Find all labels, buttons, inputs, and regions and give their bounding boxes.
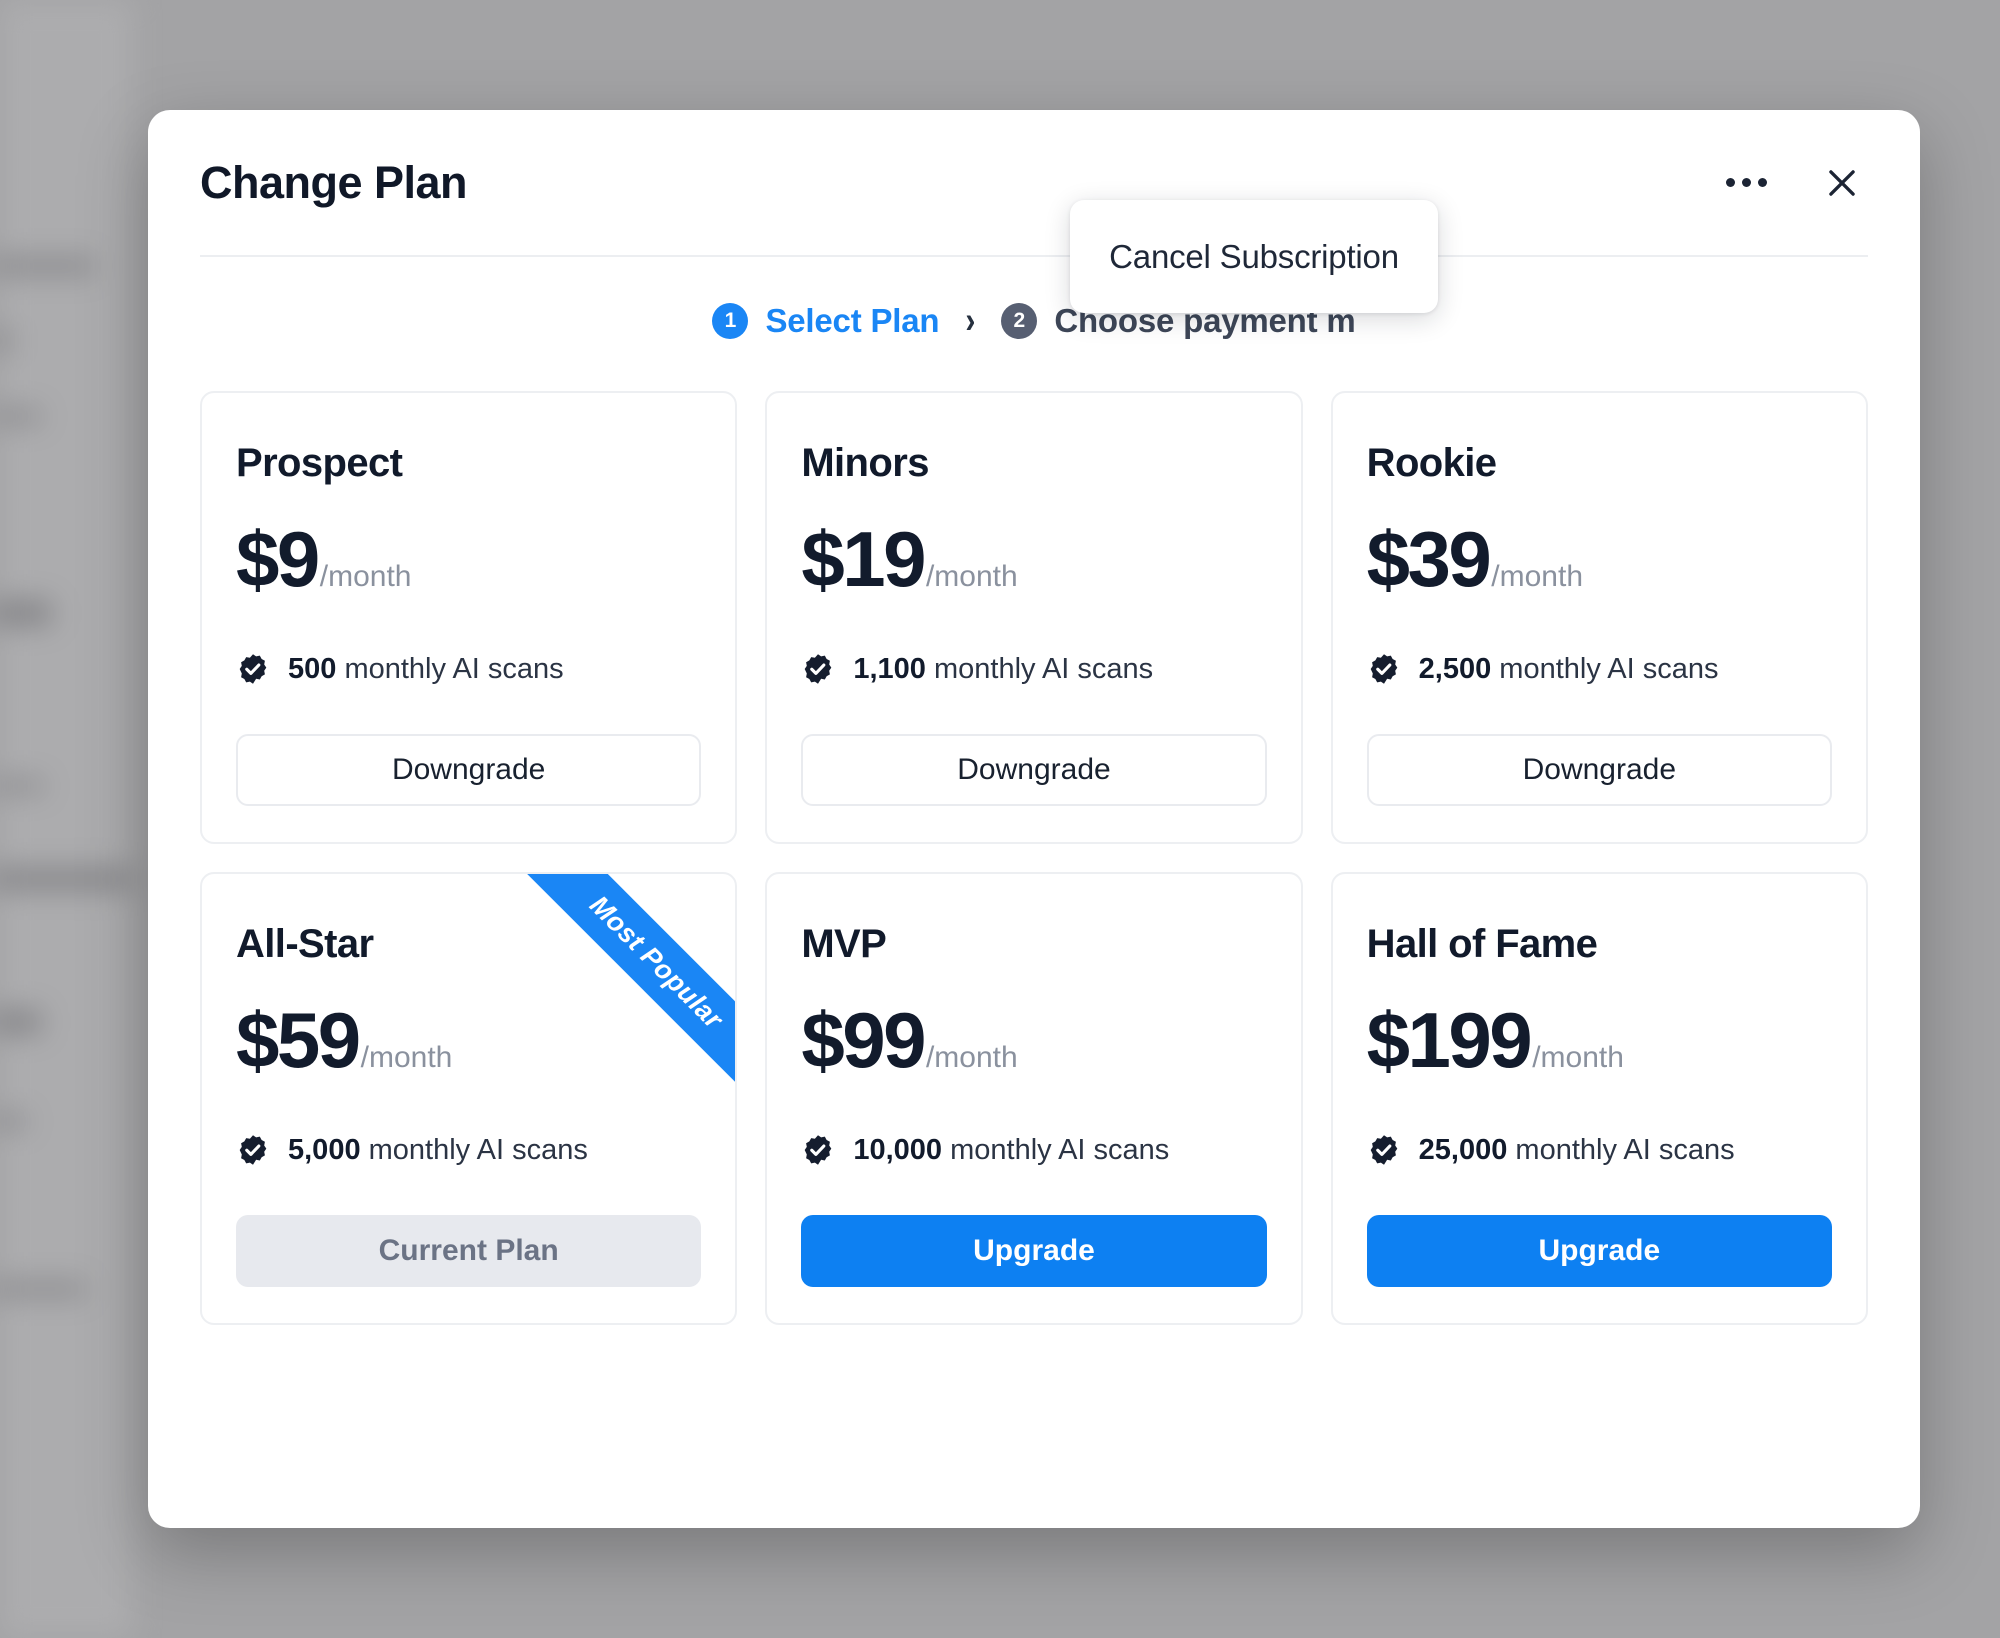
plan-card: Prospect $9/month 500 monthly AI scans Down… [200,391,738,844]
plan-feature-text: 2,500 monthly AI scans [1419,653,1719,686]
plan-scan-count: 500 [288,652,337,685]
plan-price: $9 [236,515,320,603]
plan-name: Rookie [1366,441,1497,485]
bg-placeholder-bar [0,410,42,423]
plan-price-row: $39/month [1367,520,1832,598]
upgrade-button[interactable]: Upgrade [801,1215,1267,1287]
plan-card: Most Popular All-Star $59/month 5,000 month… [200,872,738,1325]
plan-scan-label: monthly AI scans [368,1133,588,1166]
plan-card: MVP $99/month 10,000 monthly AI scans Upgra… [765,872,1303,1325]
checkout-stepper: 1 Select Plan › 2 Choose payment m [148,257,1920,385]
step-number-badge: 2 [1001,303,1038,339]
plan-price: $19 [801,515,926,603]
bg-placeholder-bar [0,600,52,626]
plan-card: Hall of Fame $199/month 25,000 monthly AI … [1330,872,1868,1325]
bg-placeholder-bar [0,258,95,274]
plan-price-row: $199/month [1367,1001,1832,1079]
plan-card: Minors $19/month 1,100 monthly AI scans Dow… [765,391,1303,844]
plan-action: Downgrade [236,686,702,806]
downgrade-button[interactable]: Downgrade [801,734,1267,806]
check-circle-icon [801,652,835,686]
bg-placeholder-bar [0,868,132,890]
chevron-right-icon: › [965,299,976,341]
check-circle-icon [1367,652,1401,686]
plan-name: MVP [801,922,887,966]
plan-name: Prospect [236,441,403,485]
plan-scan-count: 1,100 [853,652,926,685]
plan-billing-period: /month [360,1041,453,1074]
stepper-step-select-plan[interactable]: 1 Select Plan [712,302,940,340]
plan-scan-label: monthly AI scans [1499,652,1719,685]
bg-placeholder-bar [0,1282,86,1296]
plan-action: Downgrade [801,686,1267,806]
plan-feature-text: 500 monthly AI scans [288,653,564,686]
plan-scan-count: 5,000 [288,1133,361,1166]
plan-price-row: $19/month [801,520,1266,598]
ellipsis-dots [1725,178,1767,187]
downgrade-button[interactable]: Downgrade [236,734,702,806]
menu-item-label: Cancel Subscription [1109,237,1399,275]
plan-scan-label: monthly AI scans [1515,1133,1735,1166]
plan-billing-period: /month [1491,560,1584,593]
plan-feature-row: 500 monthly AI scans [236,652,701,686]
plan-name: Hall of Fame [1366,922,1598,966]
plan-name: All-Star [236,922,374,966]
plan-billing-period: /month [319,560,412,593]
upgrade-button[interactable]: Upgrade [1366,1215,1832,1287]
plan-action: Upgrade [1366,1167,1832,1287]
bg-placeholder-bar [0,780,45,792]
check-circle-icon [236,652,270,686]
bg-sidebar-panel [0,0,132,1638]
plan-feature-row: 25,000 monthly AI scans [1367,1133,1832,1167]
plan-action: Upgrade [801,1167,1267,1287]
plan-price-row: $99/month [801,1001,1266,1079]
plan-action: Downgrade [1366,686,1832,806]
bg-placeholder-bar [0,1115,28,1128]
close-icon[interactable] [1816,157,1868,209]
step-number-badge: 1 [712,303,749,339]
current-plan-button: Current Plan [236,1215,702,1287]
plan-price-row: $59/month [236,1001,701,1079]
check-circle-icon [1367,1133,1401,1167]
plan-price: $59 [236,996,361,1084]
plan-card: Rookie $39/month 2,500 monthly AI scans Dow… [1330,391,1868,844]
plan-scan-label: monthly AI scans [950,1133,1170,1166]
downgrade-button[interactable]: Downgrade [1366,734,1832,806]
plan-feature-text: 10,000 monthly AI scans [853,1134,1169,1167]
page-title: Change Plan [200,156,468,208]
plan-price: $199 [1366,996,1533,1084]
check-circle-icon [236,1133,270,1167]
plan-scan-count: 2,500 [1418,652,1492,685]
plan-billing-period: /month [1532,1041,1624,1074]
plan-billing-period: /month [925,1041,1018,1074]
plan-scan-count: 10,000 [853,1133,943,1166]
plan-name: Minors [801,441,929,485]
check-circle-icon [801,1133,835,1167]
modal-header: Change Plan [148,110,1920,255]
plan-scan-count: 25,000 [1418,1133,1508,1166]
header-actions [1720,157,1868,209]
bg-placeholder-bar [0,1010,42,1034]
ellipsis-icon[interactable] [1720,157,1772,209]
plan-feature-text: 5,000 monthly AI scans [288,1134,588,1167]
plan-price: $39 [1366,515,1492,603]
plan-feature-row: 1,100 monthly AI scans [801,652,1266,686]
plan-billing-period: /month [925,560,1018,593]
plan-feature-text: 25,000 monthly AI scans [1419,1134,1735,1167]
cancel-subscription-menu-item[interactable]: Cancel Subscription [1070,200,1438,313]
plan-price: $99 [801,996,926,1084]
change-plan-modal: Change Plan 1 Select Plan › 2 Choose pay… [148,110,1920,1528]
step-label: Select Plan [765,302,940,339]
plan-feature-row: 2,500 monthly AI scans [1367,652,1832,686]
plan-feature-row: 10,000 monthly AI scans [801,1133,1266,1167]
plan-feature-row: 5,000 monthly AI scans [236,1133,701,1167]
plan-scan-label: monthly AI scans [344,652,564,685]
plan-action: Current Plan [236,1167,702,1287]
plan-feature-text: 1,100 monthly AI scans [853,653,1153,686]
plan-price-row: $9/month [236,520,701,598]
plans-grid: Prospect $9/month 500 monthly AI scans Down… [148,391,1920,1325]
plan-scan-label: monthly AI scans [933,652,1154,685]
